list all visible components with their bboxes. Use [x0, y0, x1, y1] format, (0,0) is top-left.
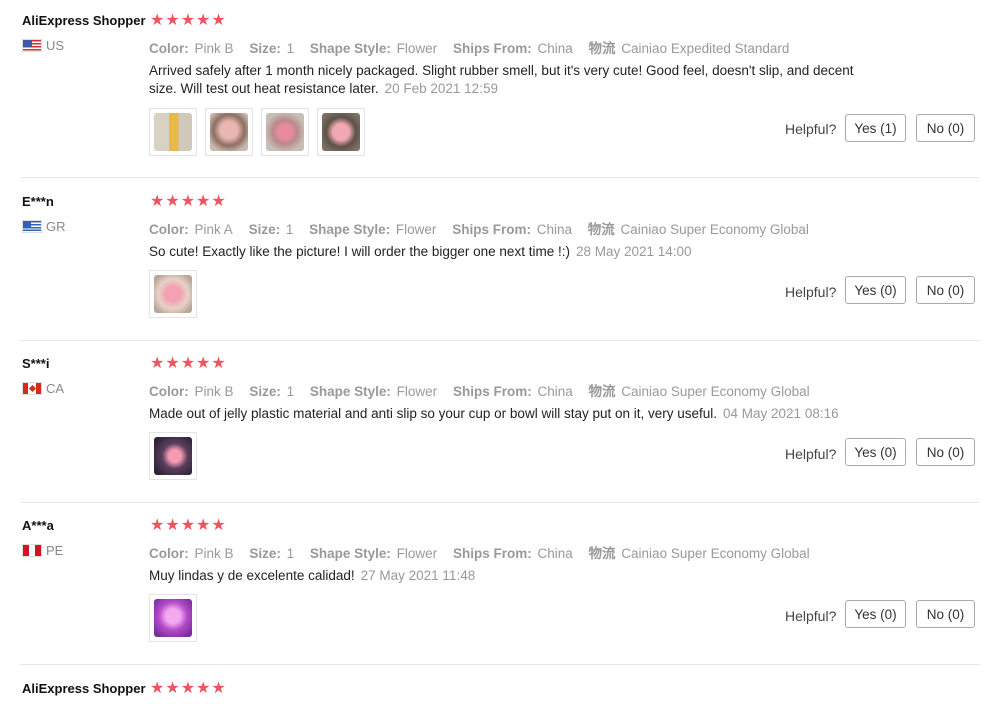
reviewer-name: S***i [22, 356, 50, 371]
sku-attributes: Color: Pink B Size: 1 Shape Style: Flowe… [149, 41, 790, 56]
ca-flag-icon [22, 382, 42, 395]
reviewer-country: GR [22, 219, 66, 234]
pe-flag-icon [22, 544, 42, 557]
review-text: Muy lindas y de excelente calidad! 27 May… [149, 568, 476, 583]
review-photo[interactable] [317, 108, 365, 156]
review-photos [149, 270, 197, 318]
review-photos [149, 432, 197, 480]
review-divider [20, 502, 980, 503]
helpful-yes-button[interactable]: Yes (0) [845, 276, 906, 304]
star-rating: ★★★★★ [150, 193, 227, 210]
helpful-no-button[interactable]: No (0) [916, 438, 975, 466]
review-divider [20, 177, 980, 178]
country-code: CA [46, 381, 65, 396]
reviewer-name: E***n [22, 194, 54, 209]
star-rating: ★★★★★ [150, 355, 227, 372]
reviewer-name: A***a [22, 518, 54, 533]
review-divider [20, 664, 980, 665]
helpful-label: Helpful? [785, 446, 837, 462]
helpful-no-button[interactable]: No (0) [916, 600, 975, 628]
reviewer-name: AliExpress Shopper [22, 13, 146, 28]
helpful-yes-button[interactable]: Yes (0) [845, 600, 906, 628]
helpful-label: Helpful? [785, 608, 837, 624]
review-date: 27 May 2021 11:48 [360, 568, 476, 583]
us-flag-icon [22, 39, 42, 52]
gr-flag-icon [22, 220, 42, 233]
review-photos [149, 108, 365, 156]
review-photos [149, 594, 197, 642]
reviewer-country: CA [22, 381, 64, 396]
reviewer-name: AliExpress Shopper [22, 681, 146, 696]
review-photo[interactable] [149, 108, 197, 156]
review-date: 20 Feb 2021 12:59 [384, 81, 498, 96]
sku-attributes: Color: Pink B Size: 1 Shape Style: Flowe… [149, 384, 810, 399]
helpful-yes-button[interactable]: Yes (1) [845, 114, 906, 142]
review-photo[interactable] [205, 108, 253, 156]
review-divider [20, 340, 980, 341]
sku-attributes: Color: Pink B Size: 1 Shape Style: Flowe… [149, 546, 810, 561]
country-code: US [46, 38, 65, 53]
review-date: 04 May 2021 08:16 [723, 406, 839, 421]
review-text: So cute! Exactly like the picture! I wil… [149, 244, 692, 259]
helpful-label: Helpful? [785, 121, 837, 137]
review-text: Arrived safely after 1 month nicely pack… [149, 63, 854, 96]
helpful-no-button[interactable]: No (0) [916, 114, 975, 142]
review-date: 28 May 2021 14:00 [575, 244, 692, 259]
country-code: PE [46, 543, 64, 558]
helpful-label: Helpful? [785, 284, 837, 300]
helpful-no-button[interactable]: No (0) [916, 276, 975, 304]
review-photo[interactable] [261, 108, 309, 156]
review-photo[interactable] [149, 594, 197, 642]
star-rating: ★★★★★ [150, 12, 227, 29]
country-code: GR [46, 219, 66, 234]
reviewer-country: US [22, 38, 64, 53]
reviewer-country: PE [22, 543, 63, 558]
review-text: Made out of jelly plastic material and a… [149, 406, 839, 421]
review-photo[interactable] [149, 270, 197, 318]
star-rating: ★★★★★ [150, 680, 227, 697]
helpful-yes-button[interactable]: Yes (0) [845, 438, 906, 466]
sku-attributes: Color: Pink A Size: 1 Shape Style: Flowe… [149, 222, 809, 237]
star-rating: ★★★★★ [150, 517, 227, 534]
review-photo[interactable] [149, 432, 197, 480]
